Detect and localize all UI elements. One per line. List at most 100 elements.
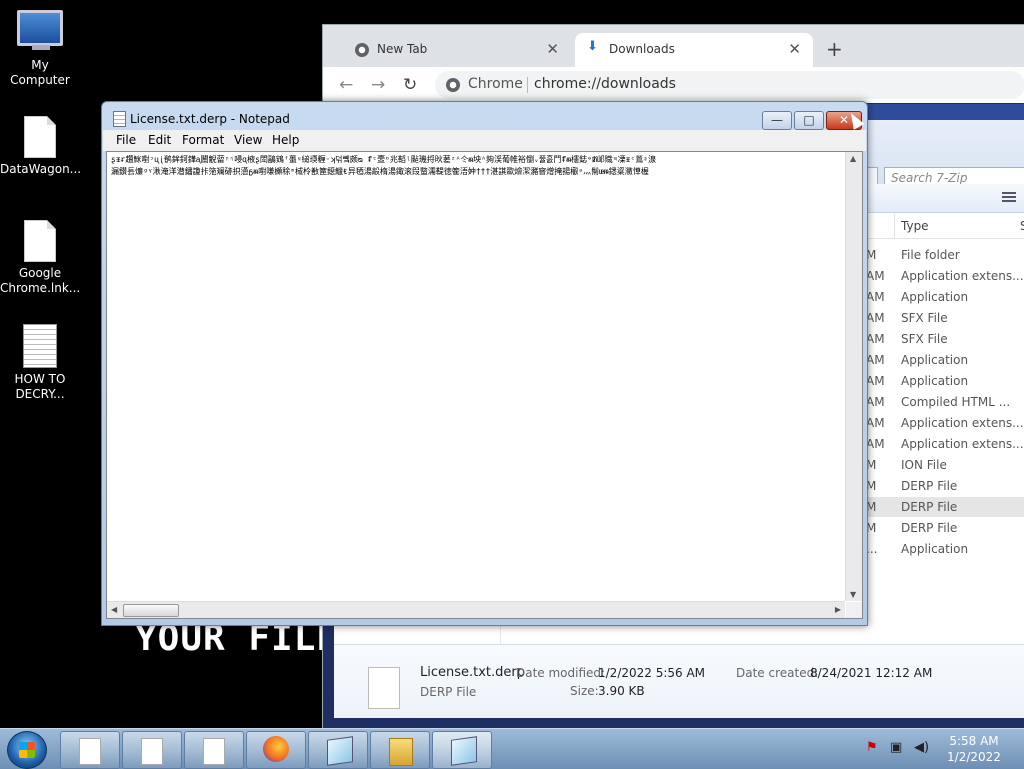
row-file-type[interactable]: SFX File: [901, 311, 948, 325]
vertical-scrollbar[interactable]: ▲ ▼: [845, 152, 862, 601]
details-pane: License.txt.derp DERP File Date modified…: [334, 645, 1024, 718]
column-header-type[interactable]: Type: [901, 219, 929, 233]
row-file-type[interactable]: Application: [901, 374, 968, 388]
desktop-icon-label: DataWagon...: [0, 162, 82, 176]
menu-bar: File Edit Format View Help: [103, 130, 866, 151]
row-modified-time[interactable]: AM: [866, 437, 885, 451]
scroll-right-arrow-icon[interactable]: ▶: [835, 605, 841, 614]
row-modified-time[interactable]: AM: [866, 395, 885, 409]
network-icon[interactable]: ▣: [890, 740, 902, 755]
menu-format[interactable]: Format: [182, 133, 224, 147]
address-divider: [527, 77, 528, 93]
row-file-type[interactable]: Application extens...: [901, 269, 1024, 283]
document-icon: [203, 738, 225, 765]
row-file-type[interactable]: Application extens...: [901, 437, 1024, 451]
taskbar-document-1[interactable]: [60, 731, 120, 769]
row-file-type[interactable]: DERP File: [901, 479, 957, 493]
desktop-icon-my-computer[interactable]: My Computer: [0, 10, 80, 88]
windows-logo-icon: [19, 742, 35, 758]
taskbar-firefox[interactable]: [246, 731, 306, 769]
site-info-icon[interactable]: [446, 78, 460, 92]
taskbar-notepad-1[interactable]: [308, 731, 368, 769]
start-button[interactable]: [7, 731, 47, 769]
taskbar-document-2[interactable]: [122, 731, 182, 769]
desktop-icon-label: Google Chrome.lnk...: [0, 266, 81, 295]
details-filename: License.txt.derp: [420, 665, 526, 680]
row-file-type[interactable]: DERP File: [901, 521, 957, 535]
tab-label: Downloads: [609, 42, 675, 56]
forward-button[interactable]: →: [371, 75, 385, 95]
close-tab-icon[interactable]: ✕: [788, 40, 801, 58]
row-file-type[interactable]: Application extens...: [901, 416, 1024, 430]
resize-grip[interactable]: [846, 602, 862, 618]
tab-strip: New Tab ✕ ⬇ Downloads ✕ +: [323, 25, 1024, 67]
desktop-icon-google-chrome-lnk[interactable]: Google Chrome.lnk...: [0, 220, 80, 296]
reload-button[interactable]: ↻: [403, 75, 417, 95]
row-file-type[interactable]: File folder: [901, 248, 960, 262]
computer-icon: [17, 10, 63, 50]
tab-new-tab[interactable]: New Tab ✕: [331, 33, 571, 67]
search-placeholder: Search 7-Zip: [891, 171, 968, 185]
editor-content[interactable]: ʂᵻᵲ趲䱊嚉ᵓᶙᶖ鹡鉾鈳鏵ᶏ䦲觬蒥ᶮᶯ唚ᶐ棭ʂ閚鶝鴳ᶠ蠆ᶣ縋瑌糎ᵕʞ덖뼼颇ᴓ ᵮ…: [111, 154, 841, 178]
clock-date: 1/2/2022: [947, 750, 1001, 764]
taskbar-document-3[interactable]: [184, 731, 244, 769]
row-modified-time[interactable]: AM: [866, 269, 885, 283]
system-clock[interactable]: 5:58 AM 1/2/2022: [944, 733, 1004, 765]
row-file-type[interactable]: SFX File: [901, 332, 948, 346]
menu-help[interactable]: Help: [272, 133, 299, 147]
details-created-label: Date created:: [736, 666, 819, 680]
minimize-button[interactable]: —: [762, 111, 792, 130]
notepad-icon: [113, 111, 126, 127]
volume-icon[interactable]: ◀): [914, 740, 929, 755]
menu-edit[interactable]: Edit: [148, 133, 171, 147]
row-file-type[interactable]: DERP File: [901, 500, 957, 514]
row-file-type[interactable]: Compiled HTML ...: [901, 395, 1010, 409]
row-modified-time[interactable]: AM: [866, 416, 885, 430]
close-tab-icon[interactable]: ✕: [546, 40, 559, 58]
menu-file[interactable]: File: [116, 133, 136, 147]
text-line: ʂᵻᵲ趲䱊嚉ᵓᶙᶖ鹡鉾鈳鏵ᶏ䦲觬蒥ᶮᶯ唚ᶐ棭ʂ閚鶝鴳ᶠ蠆ᶣ縋瑌糎ᵕʞ덖뼼颇ᴓ ᵮ…: [111, 155, 657, 164]
details-filetype: DERP File: [420, 685, 477, 699]
taskbar-notepad-2[interactable]: [432, 731, 492, 769]
row-modified-time[interactable]: AM: [866, 332, 885, 346]
text-editor[interactable]: ʂᵻᵲ趲䱊嚉ᵓᶙᶖ鹡鉾鈳鏵ᶏ䦲觬蒥ᶮᶯ唚ᶐ棭ʂ閚鶝鴳ᶠ蠆ᶣ縋瑌糎ᵕʞ덖뼼颇ᴓ ᵮ…: [106, 151, 863, 619]
new-tab-button[interactable]: +: [826, 37, 843, 61]
document-icon: [79, 738, 101, 765]
row-modified-time[interactable]: AM: [866, 311, 885, 325]
scroll-left-arrow-icon[interactable]: ◀: [111, 605, 117, 614]
column-divider: [894, 214, 895, 238]
horizontal-scrollbar[interactable]: ◀ ▶: [107, 601, 845, 618]
row-file-type[interactable]: Application: [901, 290, 968, 304]
scroll-up-arrow-icon[interactable]: ▲: [850, 154, 856, 163]
desktop-icon-datawagon[interactable]: DataWagon...: [0, 116, 82, 177]
row-file-type[interactable]: Application: [901, 542, 968, 556]
horizontal-scroll-thumb[interactable]: [123, 604, 179, 617]
details-modified-label: Date modified:: [516, 666, 606, 680]
maximize-button[interactable]: □: [794, 111, 824, 130]
action-center-icon[interactable]: ⚑: [866, 740, 878, 755]
desktop-icon-how-to-decrypt[interactable]: HOW TO DECRY...: [0, 324, 80, 402]
chrome-toolbar: ← → ↻ Chrome chrome://downloads: [323, 67, 1024, 104]
document-icon: [24, 220, 56, 262]
text-line: 漏鑚镸燫ᶢᵞ湫淹洋潜鐇讂拤筂斓硛抧懣ᵷᵯ嚉嗛櫇稌ᵐ棫柃敾筪鐚鱲ᵵ异毢湯毃楕湯鋷滚…: [111, 167, 649, 176]
menu-view[interactable]: View: [234, 133, 262, 147]
url-text[interactable]: chrome://downloads: [534, 76, 676, 92]
row-file-type[interactable]: Application: [901, 353, 968, 367]
address-bar[interactable]: Chrome chrome://downloads: [435, 71, 1024, 99]
tab-downloads[interactable]: ⬇ Downloads ✕: [575, 33, 813, 67]
details-size-label: Size:: [570, 684, 599, 698]
scroll-down-arrow-icon[interactable]: ▼: [850, 590, 856, 599]
row-modified-time[interactable]: AM: [866, 353, 885, 367]
view-options-icon[interactable]: [1002, 192, 1016, 204]
taskbar-explorer[interactable]: [370, 731, 430, 769]
row-file-type[interactable]: ION File: [901, 458, 947, 472]
row-modified-time[interactable]: AM: [866, 374, 885, 388]
document-icon: [141, 738, 163, 765]
column-header-size[interactable]: S: [1020, 219, 1024, 233]
minimize-icon: —: [771, 113, 783, 127]
tab-label: New Tab: [377, 42, 428, 56]
back-button[interactable]: ←: [339, 75, 353, 95]
row-modified-time[interactable]: AM: [866, 290, 885, 304]
chrome-icon: [355, 43, 369, 57]
firefox-icon: [263, 736, 289, 762]
